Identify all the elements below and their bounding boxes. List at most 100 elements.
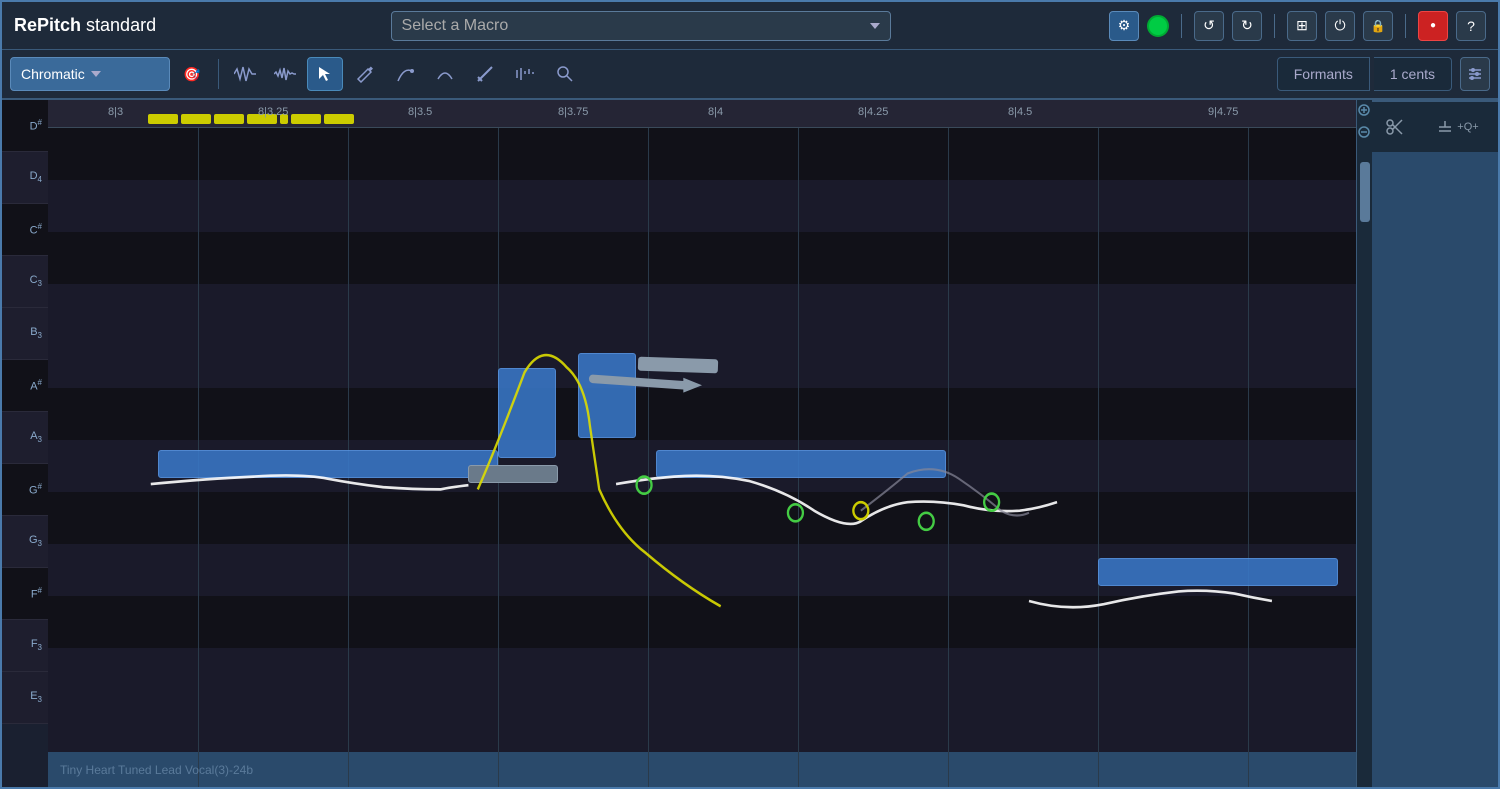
draw-icon xyxy=(396,65,414,83)
ruler-mark-8-4-25: 8|4.25 xyxy=(858,106,888,118)
separator-2 xyxy=(1274,14,1275,38)
yellow-markers xyxy=(148,114,354,124)
yellow-marker xyxy=(148,114,178,124)
second-toolbar: Chromatic 🎯 xyxy=(2,50,1498,100)
record-icon: ● xyxy=(1430,20,1436,31)
cents-display: 1 cents xyxy=(1374,57,1452,91)
waveform3-icon xyxy=(514,65,536,83)
note-block-1[interactable] xyxy=(158,450,498,478)
key-c-sharp: C# xyxy=(2,204,48,256)
yellow-marker xyxy=(214,114,244,124)
grid-row-f-sharp xyxy=(48,596,1356,648)
note-block-5[interactable] xyxy=(1098,558,1338,586)
key-d4: D4 xyxy=(2,152,48,204)
scissors-icon xyxy=(1385,117,1405,137)
cents-label: 1 cents xyxy=(1390,66,1435,82)
record-button[interactable]: ● xyxy=(1418,11,1448,41)
key-f3: F3 xyxy=(2,620,48,672)
note-block-gray-1[interactable] xyxy=(468,465,558,483)
scroll-thumb[interactable] xyxy=(1360,162,1370,222)
redo-button[interactable]: ↻ xyxy=(1232,11,1262,41)
lock-icon: 🔒 xyxy=(1371,19,1386,33)
pencil-icon xyxy=(356,65,374,83)
filename-label: Tiny Heart Tuned Lead Vocal(3)-24b xyxy=(60,763,253,777)
key-b3: B3 xyxy=(2,308,48,360)
app-title-bold: RePitch xyxy=(14,15,81,35)
help-button[interactable]: ? xyxy=(1456,11,1486,41)
key-a3: A3 xyxy=(2,412,48,464)
yellow-marker xyxy=(324,114,354,124)
bottom-transport: +Q+ xyxy=(1372,100,1498,152)
zoom-minus-icon[interactable] xyxy=(1358,126,1372,140)
waveform2-tool-button[interactable] xyxy=(267,57,303,91)
waveform-tool-button[interactable] xyxy=(227,57,263,91)
transport-zoom-controls: +Q+ xyxy=(1418,119,1498,135)
search-tool-button[interactable] xyxy=(547,57,583,91)
app-title: RePitch standard xyxy=(14,15,156,36)
vline-6 xyxy=(948,128,949,787)
formants-button[interactable]: Formants xyxy=(1277,57,1370,91)
main-content: D# D4 C# C3 B3 xyxy=(2,100,1498,787)
lock-button[interactable]: 🔒 xyxy=(1363,11,1393,41)
grid-row-d4 xyxy=(48,180,1356,232)
snap-tool-button[interactable]: 🎯 xyxy=(174,57,210,91)
search-icon xyxy=(556,65,574,83)
macro-dropdown[interactable]: Select a Macro xyxy=(391,11,891,41)
grid-row-d-sharp xyxy=(48,128,1356,180)
help-icon: ? xyxy=(1467,18,1475,34)
tune-icon xyxy=(1467,66,1483,82)
note-handle-1 xyxy=(638,357,718,374)
zoom-label: +Q+ xyxy=(1457,121,1478,133)
grid-button[interactable]: ⊞ xyxy=(1287,11,1317,41)
scale-dropdown[interactable]: Chromatic xyxy=(10,57,170,91)
vline-7 xyxy=(1098,128,1099,787)
app-container: RePitch standard Select a Macro ⚙ ↺ ↻ ⊞ … xyxy=(0,0,1500,789)
right-scrollbar[interactable] xyxy=(1356,100,1372,787)
waveform3-tool-button[interactable] xyxy=(507,57,543,91)
note-block-3[interactable] xyxy=(578,353,636,438)
key-g-sharp: G# xyxy=(2,464,48,516)
yellow-marker xyxy=(181,114,211,124)
ruler-mark-8-3-5: 8|3.5 xyxy=(408,106,432,118)
ruler-mark-8-3: 8|3 xyxy=(108,106,123,118)
draw-tool-button[interactable] xyxy=(387,57,423,91)
erase-tool-button[interactable] xyxy=(467,57,503,91)
ruler-mark-8-3-75: 8|3.75 xyxy=(558,106,588,118)
zoom-in-icon[interactable] xyxy=(1358,104,1372,118)
ruler-mark-9-4-75: 9|4.75 xyxy=(1208,106,1238,118)
status-indicator xyxy=(1147,15,1169,37)
key-d-sharp: D# xyxy=(2,100,48,152)
settings-tune-button[interactable] xyxy=(1460,57,1490,91)
key-g3: G3 xyxy=(2,516,48,568)
waveform2-icon xyxy=(274,65,296,83)
transport-cut-button[interactable] xyxy=(1372,117,1418,137)
top-toolbar: RePitch standard Select a Macro ⚙ ↺ ↻ ⊞ … xyxy=(2,2,1498,50)
grid-row-e3 xyxy=(48,700,1356,752)
vline-8 xyxy=(1248,128,1249,787)
redo-icon: ↻ xyxy=(1241,17,1253,34)
ruler-mark-8-3-25: 8|3.25 xyxy=(258,106,288,118)
key-f-sharp: F# xyxy=(2,568,48,620)
select-arrow-icon xyxy=(317,65,333,83)
vline-4 xyxy=(648,128,649,787)
pencil-tool-button[interactable] xyxy=(347,57,383,91)
scale-dropdown-label: Chromatic xyxy=(21,66,85,82)
undo-button[interactable]: ↺ xyxy=(1194,11,1224,41)
separator-3 xyxy=(1405,14,1406,38)
grid-row-g-sharp xyxy=(48,492,1356,544)
app-title-light: standard xyxy=(81,15,156,35)
toolbar-divider-1 xyxy=(218,59,219,89)
macro-chevron-icon xyxy=(870,23,880,29)
note-block-2[interactable] xyxy=(498,368,556,458)
grid-row-c3 xyxy=(48,284,1356,336)
waveform-zoom-icon[interactable] xyxy=(1437,119,1453,135)
curve-tool-button[interactable] xyxy=(427,57,463,91)
piano-roll-grid: Tiny Heart Tuned Lead Vocal(3)-24b xyxy=(48,128,1356,787)
undo-icon: ↺ xyxy=(1203,17,1215,34)
piano-keys: D# D4 C# C3 B3 xyxy=(2,100,48,787)
note-block-4[interactable] xyxy=(656,450,946,478)
filter-button[interactable]: ⚙ xyxy=(1109,11,1139,41)
yellow-marker xyxy=(291,114,321,124)
select-tool-button[interactable] xyxy=(307,57,343,91)
power-button[interactable]: ⏻ xyxy=(1325,11,1355,41)
